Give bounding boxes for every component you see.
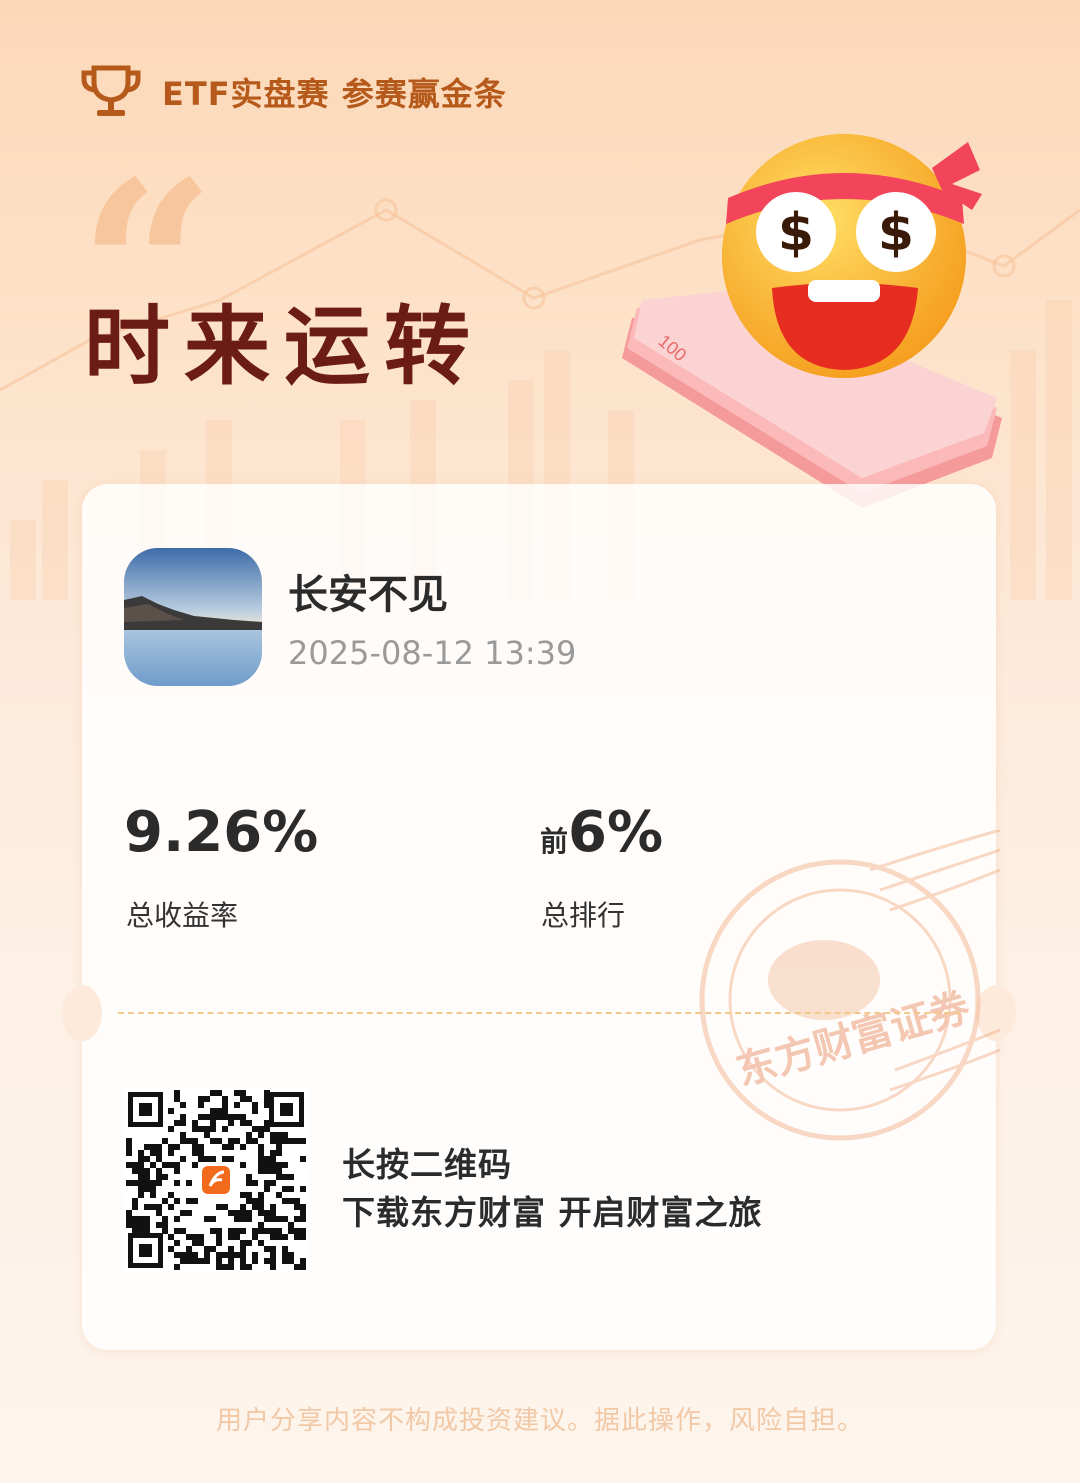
user-name: 长安不见 (288, 572, 448, 618)
svg-text:$: $ (878, 203, 914, 263)
money-eyes-emoji: 100 $ $ (622, 134, 1002, 508)
avatar[interactable] (124, 548, 262, 686)
trophy-icon (81, 65, 141, 116)
total-rank-label: 总排行 (541, 899, 626, 932)
qr-instruction: 长按二维码 (342, 1145, 512, 1184)
total-return-label: 总收益率 (126, 899, 239, 932)
ticket-notch-left (62, 985, 102, 1041)
campaign-header: ETF实盘赛 参赛赢金条 (80, 62, 507, 122)
broker-stamp-icon: 东方财富证券 (699, 830, 1001, 1141)
svg-text:$: $ (778, 203, 814, 263)
rank-percent: 6% (568, 800, 664, 865)
total-rank-value: 前6% (540, 800, 663, 865)
qr-download-prompt: 下载东方财富 开启财富之旅 (342, 1193, 763, 1232)
share-timestamp: 2025-08-12 13:39 (288, 634, 577, 672)
risk-disclaimer: 用户分享内容不构成投资建议。据此操作，风险自担。 (215, 1406, 864, 1436)
campaign-title: ETF实盘赛 参赛赢金条 (162, 75, 507, 113)
total-return-value: 9.26% (124, 800, 319, 865)
qr-code-icon[interactable] (124, 1088, 308, 1272)
slogan-title: 时来运转 (84, 297, 484, 397)
rank-prefix: 前 (540, 825, 569, 858)
ticket-divider (118, 1012, 960, 1014)
